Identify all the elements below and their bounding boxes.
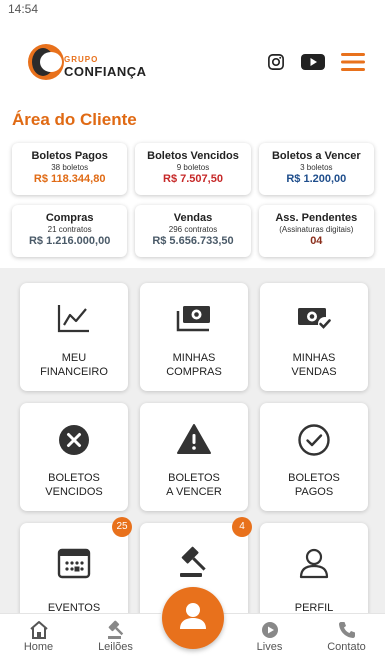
tile-minhas-vendas[interactable]: MINHAS VENDAS bbox=[260, 283, 368, 391]
tile-label-line2: FINANCEIRO bbox=[40, 366, 108, 378]
nav-label: Lives bbox=[256, 641, 283, 653]
summary-card-compras[interactable]: Compras 21 contratos R$ 1.216.000,00 bbox=[12, 205, 128, 257]
page-title: Área do Cliente bbox=[12, 110, 137, 129]
gavel-icon bbox=[106, 620, 126, 640]
card-title: Boletos Vencidos bbox=[147, 150, 239, 162]
nav-contato[interactable]: Contato bbox=[308, 614, 385, 661]
user-icon bbox=[178, 601, 208, 636]
nav-label: Contato bbox=[327, 641, 366, 653]
money-check-icon bbox=[295, 303, 333, 338]
card-subtitle: 3 boletos bbox=[300, 163, 333, 172]
nav-lives[interactable]: Lives bbox=[231, 614, 308, 661]
cancel-circle-icon bbox=[57, 423, 91, 462]
tile-label-line2: PAGOS bbox=[294, 486, 334, 498]
card-title: Boletos a Vencer bbox=[271, 150, 361, 162]
menu-grid: MEU FINANCEIRO MINHAS COMPRAS MINHAS VENDAS… bbox=[20, 283, 370, 631]
logo-mark bbox=[28, 44, 64, 80]
card-subtitle: (Assinaturas digitais) bbox=[279, 225, 354, 234]
tile-boletos-pagos[interactable]: BOLETOS PAGOS bbox=[260, 403, 368, 511]
chart-line-icon bbox=[57, 303, 91, 338]
check-circle-icon bbox=[297, 423, 331, 462]
card-title: Vendas bbox=[173, 212, 213, 224]
card-value: 04 bbox=[310, 235, 323, 247]
tile-label-line2: COMPRAS bbox=[166, 366, 222, 378]
money-icon bbox=[175, 303, 213, 338]
card-value: R$ 5.656.733,50 bbox=[152, 235, 234, 247]
tile-minhas-compras[interactable]: MINHAS COMPRAS bbox=[140, 283, 248, 391]
menu-icon[interactable] bbox=[341, 52, 365, 72]
card-value: R$ 1.216.000,00 bbox=[28, 235, 111, 247]
warning-icon bbox=[176, 423, 212, 460]
tile-label-line1: MINHAS bbox=[172, 352, 216, 364]
tile-label-line2: A VENCER bbox=[166, 486, 222, 498]
summary-card-boletos-a-vencer[interactable]: Boletos a Vencer 3 boletos R$ 1.200,00 bbox=[258, 143, 374, 195]
logo[interactable]: GRUPO CONFIANÇA bbox=[28, 44, 158, 84]
instagram-icon[interactable] bbox=[267, 53, 285, 71]
summary-card-vendas[interactable]: Vendas 296 contratos R$ 5.656.733,50 bbox=[135, 205, 251, 257]
tile-boletos-a-vencer[interactable]: BOLETOS A VENCER bbox=[140, 403, 248, 511]
calendar-icon bbox=[57, 547, 91, 584]
nav-label: Leilões bbox=[98, 641, 133, 653]
notification-badge: 4 bbox=[232, 517, 252, 537]
user-icon bbox=[298, 547, 330, 584]
card-value: R$ 1.200,00 bbox=[286, 173, 347, 185]
gavel-icon bbox=[176, 545, 212, 584]
play-circle-icon bbox=[260, 620, 280, 640]
card-title: Boletos Pagos bbox=[31, 150, 108, 162]
card-title: Compras bbox=[45, 212, 94, 224]
card-value: R$ 118.344,80 bbox=[33, 173, 106, 185]
tile-boletos-vencidos[interactable]: BOLETOS VENCIDOS bbox=[20, 403, 128, 511]
summary-card-boletos-vencidos[interactable]: Boletos Vencidos 9 boletos R$ 7.507,50 bbox=[135, 143, 251, 195]
tile-label-line1: BOLETOS bbox=[168, 472, 220, 484]
profile-fab-button[interactable] bbox=[162, 587, 224, 649]
summary-row-1: Boletos Pagos 38 boletos R$ 118.344,80 B… bbox=[12, 143, 374, 195]
tile-label-line1: BOLETOS bbox=[288, 472, 340, 484]
card-subtitle: 38 boletos bbox=[51, 163, 89, 172]
card-value: R$ 7.507,50 bbox=[163, 173, 223, 185]
notification-badge: 25 bbox=[112, 517, 132, 537]
logo-top-text: GRUPO bbox=[64, 55, 99, 64]
logo-main-text: CONFIANÇA bbox=[64, 64, 147, 79]
card-subtitle: 9 boletos bbox=[176, 163, 210, 172]
tile-label-line1: BOLETOS bbox=[48, 472, 100, 484]
card-title: Ass. Pendentes bbox=[275, 212, 358, 224]
tile-meu-financeiro[interactable]: MEU FINANCEIRO bbox=[20, 283, 128, 391]
status-bar: 14:54 bbox=[0, 0, 385, 22]
tile-label-line1: MEU bbox=[61, 352, 87, 364]
card-subtitle: 296 contratos bbox=[168, 225, 218, 234]
nav-label: Home bbox=[23, 641, 54, 653]
tile-label-line2: VENDAS bbox=[291, 366, 337, 378]
nav-home[interactable]: Home bbox=[0, 614, 77, 661]
tile-label-line2: VENCIDOS bbox=[45, 486, 103, 498]
card-subtitle: 21 contratos bbox=[47, 225, 92, 234]
home-icon bbox=[29, 620, 49, 640]
youtube-icon[interactable] bbox=[301, 53, 325, 71]
header: GRUPO CONFIANÇA bbox=[0, 40, 385, 88]
tile-label-line1: MINHAS bbox=[292, 352, 336, 364]
phone-icon bbox=[337, 620, 357, 640]
status-time: 14:54 bbox=[8, 2, 39, 16]
summary-row-2: Compras 21 contratos R$ 1.216.000,00 Ven… bbox=[12, 205, 374, 257]
nav-leiloes[interactable]: Leilões bbox=[77, 614, 154, 661]
summary-card-boletos-pagos[interactable]: Boletos Pagos 38 boletos R$ 118.344,80 bbox=[12, 143, 128, 195]
summary-card-ass-pendentes[interactable]: Ass. Pendentes (Assinaturas digitais) 04 bbox=[258, 205, 374, 257]
